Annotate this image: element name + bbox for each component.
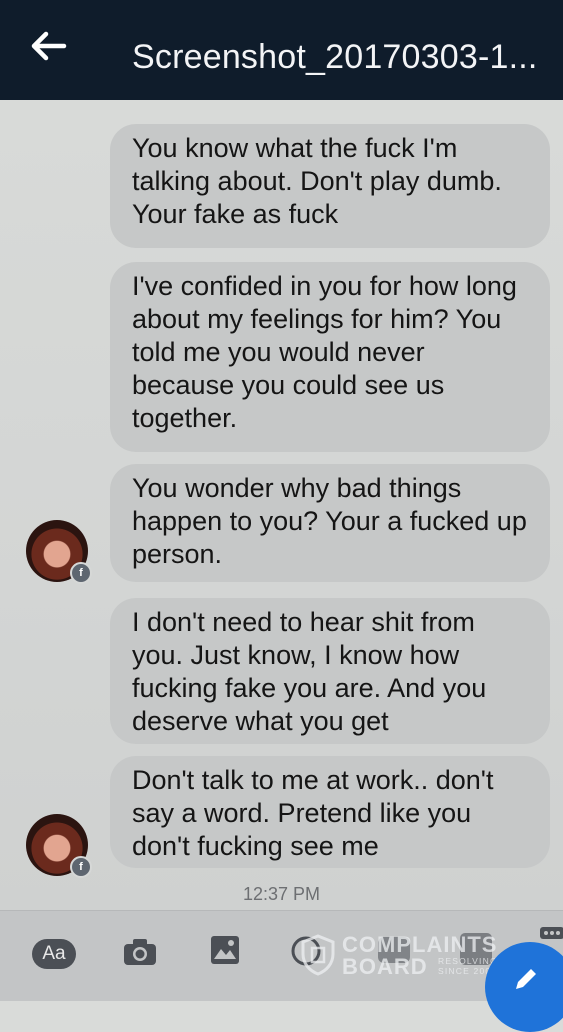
back-arrow-icon[interactable] — [28, 28, 68, 64]
pencil-icon — [516, 969, 536, 989]
avatar[interactable]: f — [26, 520, 92, 584]
watermark-line2: BOARD — [342, 954, 428, 979]
message-bubble[interactable]: I don't need to hear shit from you. Just… — [110, 598, 550, 744]
conversation-title: Screenshot_20170303-1... — [132, 38, 538, 76]
message-bubble[interactable]: I've confided in you for how long about … — [110, 262, 550, 452]
image-icon[interactable] — [210, 935, 240, 970]
message-text: You wonder why bad things happen to you?… — [132, 473, 527, 569]
watermark-tag1: RESOLVING — [438, 956, 498, 966]
shield-logo-icon — [301, 934, 335, 976]
top-bar: Screenshot_20170303-1... — [0, 0, 563, 100]
avatar[interactable]: f — [26, 814, 92, 878]
message-text: I don't need to hear shit from you. Just… — [132, 607, 487, 736]
more-icon[interactable] — [540, 925, 563, 946]
compose-button[interactable] — [485, 942, 563, 1032]
message-text: I've confided in you for how long about … — [132, 271, 517, 433]
messenger-badge-icon: f — [70, 562, 92, 584]
message-text: You know what the fuck I'm talking about… — [132, 133, 502, 229]
message-timestamp: 12:37 PM — [242, 884, 321, 904]
message-bubble[interactable]: Don't talk to me at work.. don't say a w… — [110, 756, 550, 868]
message-bubble[interactable]: You wonder why bad things happen to you?… — [110, 464, 550, 582]
message-text: Don't talk to me at work.. don't say a w… — [132, 765, 494, 861]
camera-icon[interactable] — [122, 937, 158, 972]
message-bubble[interactable]: You know what the fuck I'm talking about… — [110, 124, 550, 248]
text-format-button[interactable]: Aa — [32, 939, 76, 969]
messenger-badge-icon: f — [70, 856, 92, 878]
